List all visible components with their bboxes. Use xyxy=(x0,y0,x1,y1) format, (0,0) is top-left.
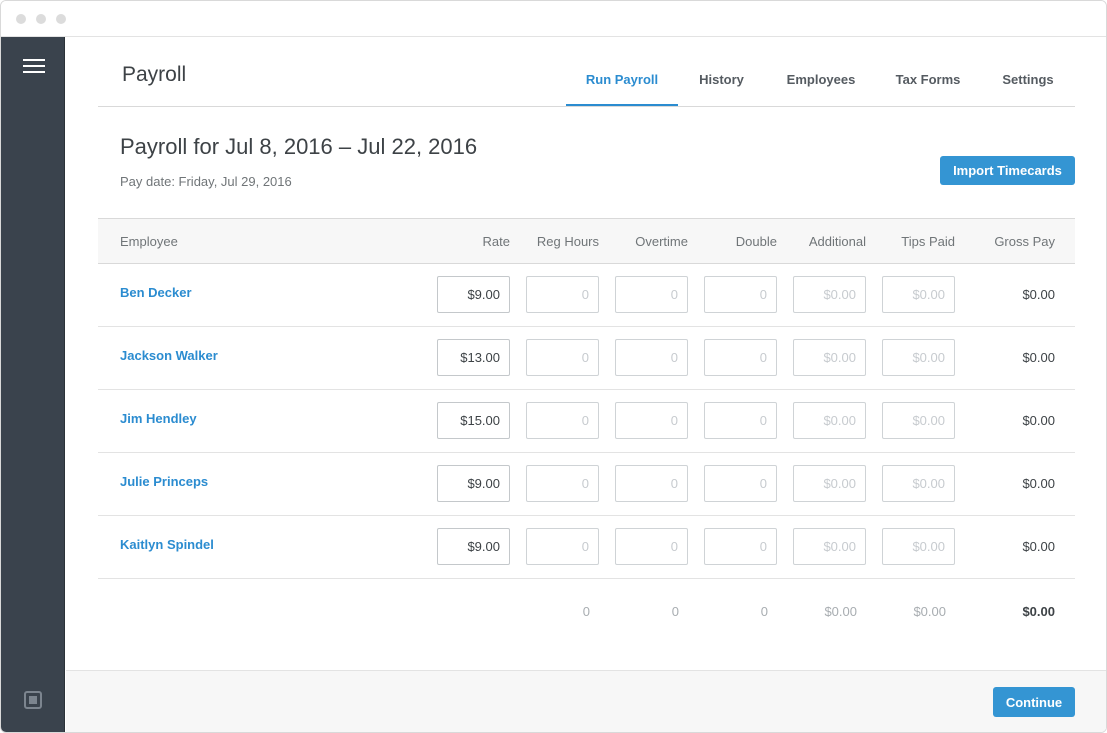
pay-date: Pay date: Friday, Jul 29, 2016 xyxy=(120,174,292,189)
main-content: Payroll Run Payroll History Employees Ta… xyxy=(66,37,1106,732)
additional-input[interactable]: $0.00 xyxy=(793,465,866,502)
table-row: Jim Hendley $15.00 0 0 0 $0.00 $0.00 $0.… xyxy=(98,390,1075,453)
employee-link[interactable]: Jim Hendley xyxy=(120,411,197,426)
table-header: Employee Rate Reg Hours Overtime Double … xyxy=(98,218,1075,264)
rate-input[interactable]: $9.00 xyxy=(437,528,510,565)
tips-paid-input[interactable]: $0.00 xyxy=(882,339,955,376)
tab-employees[interactable]: Employees xyxy=(778,63,864,107)
additional-input[interactable]: $0.00 xyxy=(793,276,866,313)
square-logo-icon xyxy=(24,691,42,709)
double-input[interactable]: 0 xyxy=(704,339,777,376)
hamburger-menu-icon[interactable] xyxy=(23,59,45,75)
rate-input[interactable]: $9.00 xyxy=(437,276,510,313)
double-input[interactable]: 0 xyxy=(704,465,777,502)
app-title: Payroll xyxy=(122,63,187,86)
overtime-input[interactable]: 0 xyxy=(615,276,688,313)
reg-hours-input[interactable]: 0 xyxy=(526,528,599,565)
reg-hours-input[interactable]: 0 xyxy=(526,339,599,376)
table-row: Ben Decker $9.00 0 0 0 $0.00 $0.00 $0.00 xyxy=(98,264,1075,327)
table-row: Julie Princeps $9.00 0 0 0 $0.00 $0.00 $… xyxy=(98,453,1075,516)
gross-pay-value: $0.00 xyxy=(1022,350,1055,365)
reg-hours-input[interactable]: 0 xyxy=(526,276,599,313)
column-header-employee: Employee xyxy=(120,234,178,249)
additional-input[interactable]: $0.00 xyxy=(793,339,866,376)
employee-link[interactable]: Julie Princeps xyxy=(120,474,208,489)
rate-input[interactable]: $9.00 xyxy=(437,465,510,502)
page-heading: Payroll for Jul 8, 2016 – Jul 22, 2016 xyxy=(120,134,478,159)
tab-settings[interactable]: Settings xyxy=(992,63,1064,107)
tips-paid-input[interactable]: $0.00 xyxy=(882,528,955,565)
window-zoom-dot[interactable] xyxy=(56,14,66,24)
tips-paid-input[interactable]: $0.00 xyxy=(882,276,955,313)
gross-pay-value: $0.00 xyxy=(1022,413,1055,428)
table-row: Jackson Walker $13.00 0 0 0 $0.00 $0.00 … xyxy=(98,327,1075,390)
tab-tax-forms[interactable]: Tax Forms xyxy=(888,63,968,107)
gross-pay-value: $0.00 xyxy=(1022,287,1055,302)
column-header-overtime: Overtime xyxy=(635,234,688,249)
gross-pay-value: $0.00 xyxy=(1022,539,1055,554)
table-row: Kaitlyn Spindel $9.00 0 0 0 $0.00 $0.00 … xyxy=(98,516,1075,579)
column-header-gross-pay: Gross Pay xyxy=(994,234,1055,249)
double-input[interactable]: 0 xyxy=(704,528,777,565)
double-input[interactable]: 0 xyxy=(704,402,777,439)
additional-input[interactable]: $0.00 xyxy=(793,402,866,439)
window-titlebar xyxy=(1,1,1106,37)
overtime-input[interactable]: 0 xyxy=(615,339,688,376)
totals-row: 0 0 0 $0.00 $0.00 $0.00 xyxy=(98,579,1075,642)
nav-divider xyxy=(98,106,1075,107)
import-timecards-button[interactable]: Import Timecards xyxy=(940,156,1075,185)
column-header-double: Double xyxy=(735,234,777,249)
total-gross-pay: $0.00 xyxy=(1022,604,1055,619)
sidebar xyxy=(1,37,65,732)
app-window: Payroll Run Payroll History Employees Ta… xyxy=(0,0,1107,733)
gross-pay-value: $0.00 xyxy=(1022,476,1055,491)
additional-input[interactable]: $0.00 xyxy=(793,528,866,565)
total-tips-paid: $0.00 xyxy=(913,604,946,619)
rate-input[interactable]: $15.00 xyxy=(437,402,510,439)
employee-link[interactable]: Ben Decker xyxy=(120,285,192,300)
overtime-input[interactable]: 0 xyxy=(615,465,688,502)
employee-link[interactable]: Kaitlyn Spindel xyxy=(120,537,214,552)
column-header-tips-paid: Tips Paid xyxy=(901,234,955,249)
total-double: 0 xyxy=(760,604,768,619)
overtime-input[interactable]: 0 xyxy=(615,528,688,565)
window-minimize-dot[interactable] xyxy=(36,14,46,24)
tab-run-payroll[interactable]: Run Payroll xyxy=(566,63,678,107)
footer-bar: Continue xyxy=(66,670,1106,732)
column-header-rate: Rate xyxy=(482,234,510,249)
reg-hours-input[interactable]: 0 xyxy=(526,465,599,502)
total-overtime: 0 xyxy=(671,604,679,619)
window-close-dot[interactable] xyxy=(16,14,26,24)
rate-input[interactable]: $13.00 xyxy=(437,339,510,376)
tips-paid-input[interactable]: $0.00 xyxy=(882,465,955,502)
employee-link[interactable]: Jackson Walker xyxy=(120,348,218,363)
continue-button[interactable]: Continue xyxy=(993,687,1075,717)
overtime-input[interactable]: 0 xyxy=(615,402,688,439)
tab-history[interactable]: History xyxy=(689,63,754,107)
column-header-reg-hours: Reg Hours xyxy=(536,234,599,249)
reg-hours-input[interactable]: 0 xyxy=(526,402,599,439)
total-additional: $0.00 xyxy=(824,604,857,619)
double-input[interactable]: 0 xyxy=(704,276,777,313)
column-header-additional: Additional xyxy=(808,234,866,249)
tips-paid-input[interactable]: $0.00 xyxy=(882,402,955,439)
total-reg-hours: 0 xyxy=(582,604,590,619)
